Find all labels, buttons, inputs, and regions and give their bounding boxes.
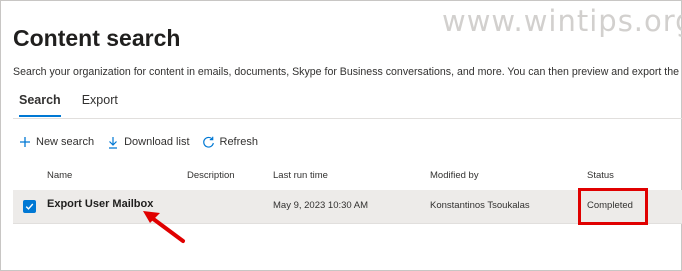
watermark: www.wintips.org <box>442 4 682 38</box>
refresh-icon <box>202 135 216 149</box>
download-list-label: Download list <box>124 136 190 148</box>
row-modified-by: Konstantinos Tsoukalas <box>430 200 530 211</box>
download-icon <box>106 135 120 149</box>
checkmark-icon <box>25 203 34 210</box>
row-last-run-time: May 9, 2023 10:30 AM <box>273 200 369 211</box>
page-title: Content search <box>13 25 181 51</box>
column-header-last-run-time[interactable]: Last run time <box>273 170 328 181</box>
plus-icon <box>18 135 32 149</box>
tab-divider <box>13 118 682 119</box>
status-highlight-box <box>578 188 648 225</box>
column-header-name[interactable]: Name <box>47 170 72 181</box>
page-description: Search your organization for content in … <box>13 66 682 78</box>
toolbar: New search Download list Refresh <box>18 133 270 151</box>
content-search-window: www.wintips.org Content search Search yo… <box>0 0 682 271</box>
column-header-status[interactable]: Status <box>587 170 614 181</box>
download-list-button[interactable]: Download list <box>106 133 190 151</box>
refresh-label: Refresh <box>219 136 259 148</box>
annotation-arrow <box>143 211 185 243</box>
column-header-modified-by[interactable]: Modified by <box>430 170 479 181</box>
new-search-button[interactable]: New search <box>18 133 94 151</box>
tab-list: Search Export <box>19 92 139 118</box>
new-search-label: New search <box>36 136 95 148</box>
row-name[interactable]: Export User Mailbox <box>47 198 153 210</box>
tab-search[interactable]: Search <box>19 92 61 118</box>
row-checkbox[interactable] <box>23 200 36 213</box>
column-header-description[interactable]: Description <box>187 170 235 181</box>
tab-export[interactable]: Export <box>82 92 118 118</box>
refresh-button[interactable]: Refresh <box>202 133 259 151</box>
